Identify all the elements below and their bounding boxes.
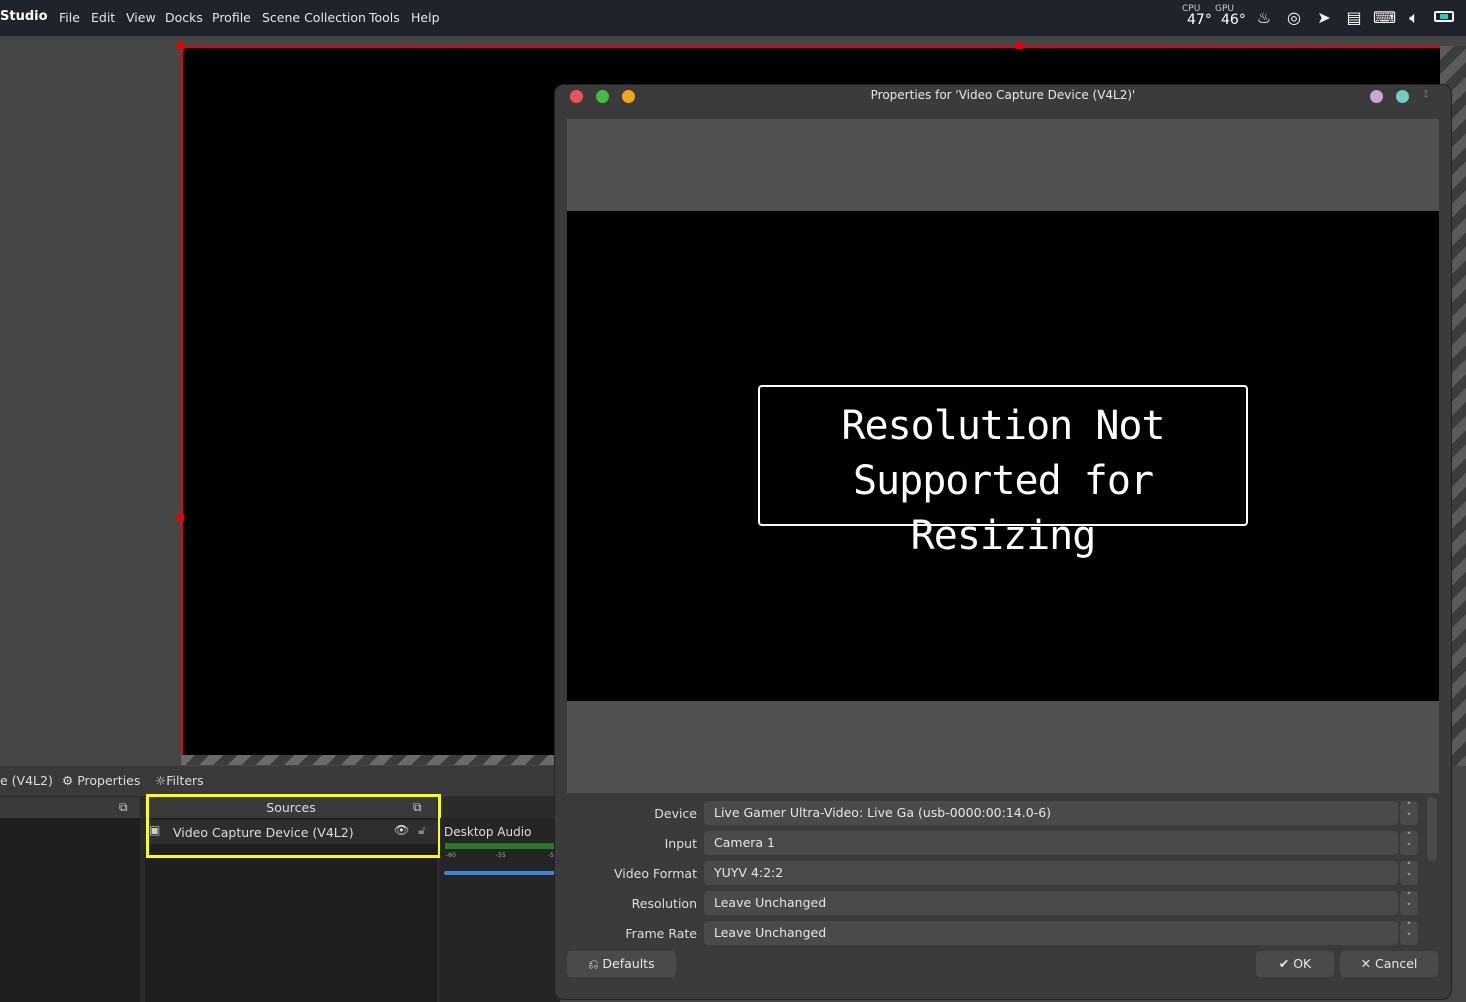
properties-label: Properties xyxy=(77,773,141,788)
frame-rate-spinner[interactable]: ˄ ˅ xyxy=(1400,921,1418,945)
filters-icon: ☼ xyxy=(155,773,167,788)
cancel-button[interactable]: ✕ Cancel xyxy=(1340,951,1438,977)
ok-button[interactable]: ✔ OK xyxy=(1256,951,1334,977)
video-format-select[interactable]: YUYV 4:2:2 xyxy=(704,861,1398,885)
keyboard-icon[interactable]: ⌨ xyxy=(1373,8,1396,27)
video-format-label: Video Format xyxy=(613,866,697,881)
resolution-spinner[interactable]: ˄ ˅ xyxy=(1400,891,1418,915)
menu-docks[interactable]: Docks xyxy=(165,10,203,25)
meter-tick: -60 xyxy=(446,852,456,859)
dialog-title: Properties for 'Video Capture Device (V4… xyxy=(870,88,1136,102)
pin-icon[interactable]: ⟟ xyxy=(1424,89,1428,100)
resolution-message: Resolution Not Supported for Resizing xyxy=(758,385,1248,559)
frame-rate-label: Frame Rate xyxy=(625,926,697,941)
flame-icon[interactable]: ♨ xyxy=(1253,8,1275,27)
menu-profile[interactable]: Profile xyxy=(212,10,251,25)
gpu-temp: 46° xyxy=(1221,12,1246,28)
defaults-label: Defaults xyxy=(602,956,655,971)
volume-icon[interactable]: 🔈︎ xyxy=(1403,8,1425,28)
highlight-box xyxy=(146,794,441,858)
defaults-button[interactable]: ⎌ Defaults xyxy=(567,951,676,977)
battery-icon[interactable] xyxy=(1434,11,1454,22)
menu-view[interactable]: View xyxy=(126,10,156,25)
filters-button[interactable]: ☼Filters xyxy=(155,773,204,788)
telegram-icon[interactable]: ➤ xyxy=(1313,8,1335,27)
window-action-button[interactable] xyxy=(1370,90,1383,103)
undock-icon[interactable]: ⧉ xyxy=(119,800,128,815)
app-name: Studio xyxy=(0,9,48,24)
device-label: Device xyxy=(654,806,697,821)
canvas-edge xyxy=(181,755,561,765)
filters-label: Filters xyxy=(166,773,204,788)
input-label: Input xyxy=(664,836,697,851)
resize-handle[interactable] xyxy=(1016,42,1023,49)
menu-help[interactable]: Help xyxy=(411,10,440,25)
resolution-label: Resolution xyxy=(631,896,697,911)
frame-rate-select[interactable]: Leave Unchanged xyxy=(704,921,1398,945)
menu-edit[interactable]: Edit xyxy=(91,10,115,25)
menu-tools[interactable]: Tools xyxy=(369,10,400,25)
device-spinner[interactable]: ˄ ˅ xyxy=(1400,801,1418,825)
volume-meter xyxy=(445,843,560,849)
check-icon: ✔ xyxy=(1278,956,1290,971)
resize-handle[interactable] xyxy=(177,514,184,521)
resolution-select[interactable]: Leave Unchanged xyxy=(704,891,1398,915)
volume-slider[interactable] xyxy=(444,871,560,875)
resize-handle[interactable] xyxy=(177,42,184,49)
input-spinner[interactable]: ˄ ˅ xyxy=(1400,831,1418,855)
message-line: Resolution Not xyxy=(841,403,1165,449)
meter-tick: -55 xyxy=(496,852,506,859)
cancel-label: Cancel xyxy=(1375,956,1418,971)
device-select[interactable]: Live Gamer Ultra-Video: Live Ga (usb-000… xyxy=(704,801,1398,825)
message-line: Supported for Resizing xyxy=(852,458,1154,559)
cpu-temp: 47° xyxy=(1187,12,1212,28)
menu-scene-collection[interactable]: Scene Collection xyxy=(262,10,366,25)
scrollbar[interactable] xyxy=(1427,797,1437,861)
window-action-button[interactable] xyxy=(1396,90,1409,103)
gear-icon: ⚙ xyxy=(62,773,74,788)
clipboard-icon[interactable]: ▤ xyxy=(1343,8,1365,27)
scenes-panel[interactable] xyxy=(0,818,140,1002)
input-select[interactable]: Camera 1 xyxy=(704,831,1398,855)
reset-icon: ⎌ xyxy=(588,956,599,971)
obs-icon[interactable]: ◎ xyxy=(1283,8,1305,27)
selected-source-name: e (V4L2) xyxy=(0,773,53,788)
properties-button[interactable]: ⚙ Properties xyxy=(62,773,140,788)
video-format-spinner[interactable]: ˄ ˅ xyxy=(1400,861,1418,885)
x-icon: ✕ xyxy=(1360,956,1372,971)
menu-file[interactable]: File xyxy=(59,10,80,25)
battery-level xyxy=(1440,14,1448,19)
audio-channel-name: Desktop Audio xyxy=(444,825,532,839)
ok-label: OK xyxy=(1293,956,1312,971)
